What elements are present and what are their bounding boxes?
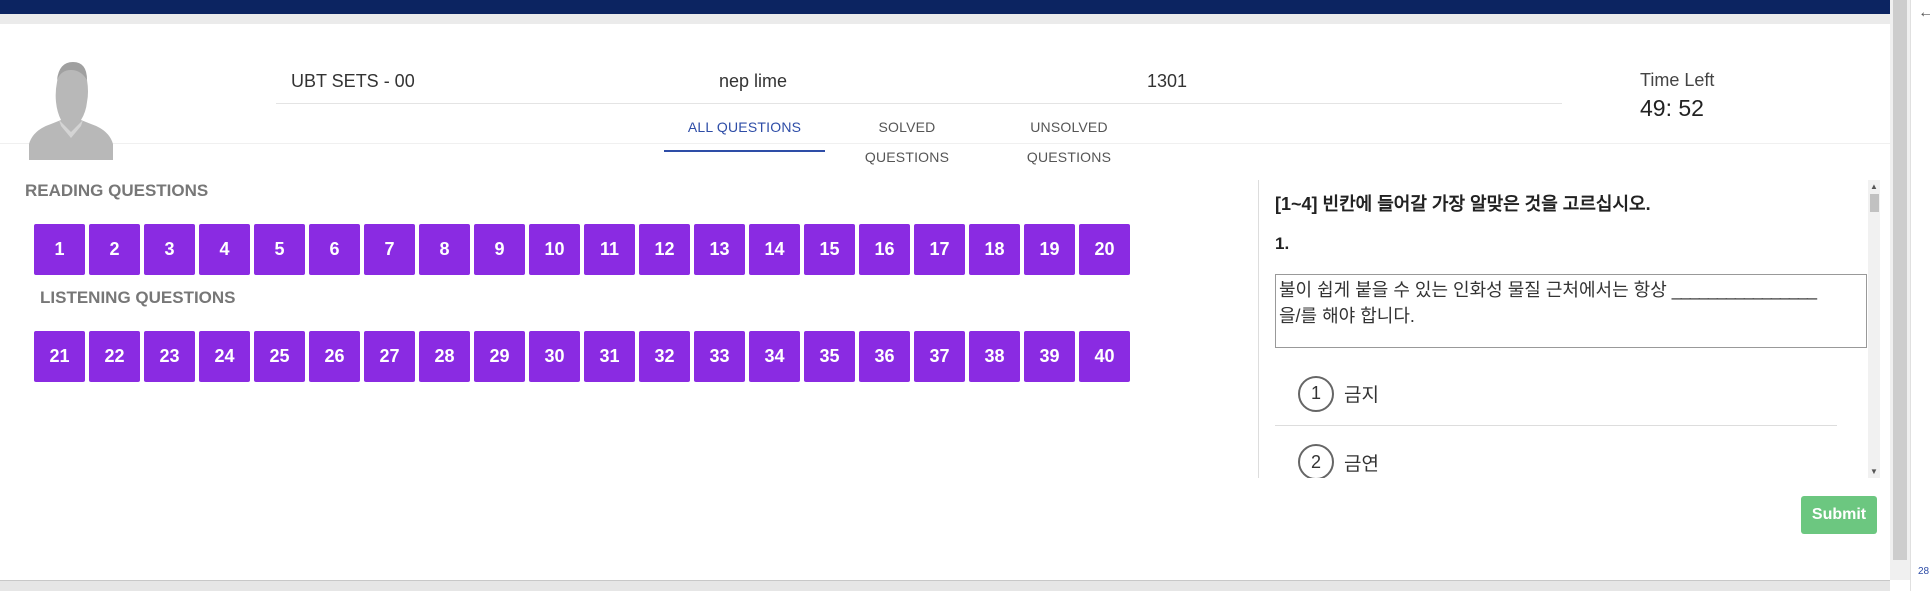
question-number-button[interactable]: 1 bbox=[34, 224, 85, 275]
answer-option-2[interactable]: 2 금연 bbox=[1275, 430, 1837, 478]
question-blank: ________________ bbox=[1671, 280, 1817, 300]
question-number-button[interactable]: 20 bbox=[1079, 224, 1130, 275]
question-number-button[interactable]: 32 bbox=[639, 331, 690, 382]
option-number-circle: 1 bbox=[1298, 375, 1334, 412]
question-number-button[interactable]: 35 bbox=[804, 331, 855, 382]
question-number-button[interactable]: 21 bbox=[34, 331, 85, 382]
window-scrollbar[interactable] bbox=[1890, 0, 1910, 580]
question-text-line1: 불이 쉽게 붙을 수 있는 인화성 물질 근처에서는 항상 bbox=[1279, 280, 1667, 300]
listening-question-grid: 21 22 23 24 25 26 27 28 29 30 31 32 33 34 35 36 37 38 39 40 bbox=[34, 331, 1134, 382]
question-number-button[interactable]: 27 bbox=[364, 331, 415, 382]
question-number-button[interactable]: 25 bbox=[254, 331, 305, 382]
submit-button[interactable]: Submit bbox=[1801, 496, 1877, 534]
question-number-button[interactable]: 12 bbox=[639, 224, 690, 275]
question-number-button[interactable]: 9 bbox=[474, 224, 525, 275]
exam-set-name: UBT SETS - 00 bbox=[291, 71, 415, 91]
question-number-button[interactable]: 3 bbox=[144, 224, 195, 275]
question-number-button[interactable]: 2 bbox=[89, 224, 140, 275]
question-number-button[interactable]: 10 bbox=[529, 224, 580, 275]
exam-meta-row: UBT SETS - 00 nep lime 1301 bbox=[276, 60, 1562, 104]
question-number-button[interactable]: 6 bbox=[309, 224, 360, 275]
scrollbar-thumb[interactable] bbox=[1870, 194, 1879, 212]
tab-unsolved-questions[interactable]: UNSOLVED QUESTIONS bbox=[989, 112, 1149, 165]
timer: Time Left 49: 52 bbox=[1640, 70, 1714, 122]
question-number-button[interactable]: 23 bbox=[144, 331, 195, 382]
question-text-line2: 을/를 해야 합니다. bbox=[1279, 306, 1415, 326]
reading-section-title: READING QUESTIONS bbox=[25, 181, 209, 200]
question-number-button[interactable]: 4 bbox=[199, 224, 250, 275]
question-number-button[interactable]: 26 bbox=[309, 331, 360, 382]
tab-solved-questions[interactable]: SOLVED QUESTIONS bbox=[837, 112, 977, 165]
question-number-button[interactable]: 17 bbox=[914, 224, 965, 275]
question-number-button[interactable]: 34 bbox=[749, 331, 800, 382]
side-page-number: 28 bbox=[1918, 566, 1930, 577]
side-panel-strip bbox=[1910, 0, 1930, 591]
top-gray-strip bbox=[0, 14, 1890, 24]
question-number-button[interactable]: 38 bbox=[969, 331, 1020, 382]
question-number-button[interactable]: 22 bbox=[89, 331, 140, 382]
top-nav-bar bbox=[0, 0, 1890, 14]
question-number-button[interactable]: 11 bbox=[584, 224, 635, 275]
question-number-button[interactable]: 36 bbox=[859, 331, 910, 382]
question-number-button[interactable]: 14 bbox=[749, 224, 800, 275]
reading-question-grid: 1 2 3 4 5 6 7 8 9 10 11 12 13 14 15 16 17 18 19 20 bbox=[34, 224, 1134, 275]
question-number-button[interactable]: 13 bbox=[694, 224, 745, 275]
back-arrow-icon[interactable]: ← bbox=[1918, 4, 1930, 22]
question-number-button[interactable]: 31 bbox=[584, 331, 635, 382]
question-number-button[interactable]: 37 bbox=[914, 331, 965, 382]
scroll-down-arrow-icon[interactable]: ▼ bbox=[1870, 467, 1878, 476]
candidate-name: nep lime bbox=[719, 71, 788, 91]
question-number-button[interactable]: 33 bbox=[694, 331, 745, 382]
timer-value: 49: 52 bbox=[1640, 95, 1704, 121]
exam-header: UBT SETS - 00 nep lime 1301 ALL QUESTION… bbox=[0, 24, 1890, 165]
question-number-button[interactable]: 5 bbox=[254, 224, 305, 275]
question-text-box: 불이 쉽게 붙을 수 있는 인화성 물질 근처에서는 항상 __________… bbox=[1275, 274, 1867, 348]
question-number-button[interactable]: 16 bbox=[859, 224, 910, 275]
question-number-button[interactable]: 39 bbox=[1024, 331, 1075, 382]
bottom-bar bbox=[0, 580, 1890, 591]
option-text: 금연 bbox=[1344, 453, 1379, 475]
tab-all-questions[interactable]: ALL QUESTIONS bbox=[664, 112, 825, 152]
window-scrollbar-thumb[interactable] bbox=[1893, 0, 1907, 560]
question-panel: [1~4] 빈칸에 들어갈 가장 알맞은 것을 고르십시오. 1. 불이 쉽게 … bbox=[1259, 180, 1871, 478]
scroll-up-arrow-icon[interactable]: ▲ bbox=[1870, 182, 1878, 191]
question-number-button[interactable]: 30 bbox=[529, 331, 580, 382]
question-number-button[interactable]: 7 bbox=[364, 224, 415, 275]
option-text: 금지 bbox=[1344, 385, 1379, 406]
question-number: 1. bbox=[1275, 234, 1290, 253]
answer-option-1[interactable]: 1 금지 bbox=[1275, 362, 1837, 426]
user-silhouette-icon bbox=[29, 62, 113, 160]
option-number-circle: 2 bbox=[1298, 444, 1334, 478]
listening-section-title: LISTENING QUESTIONS bbox=[40, 288, 236, 307]
question-number-button[interactable]: 15 bbox=[804, 224, 855, 275]
timer-label: Time Left bbox=[1640, 70, 1715, 90]
question-number-button[interactable]: 18 bbox=[969, 224, 1020, 275]
question-number-button[interactable]: 8 bbox=[419, 224, 470, 275]
question-number-button[interactable]: 29 bbox=[474, 331, 525, 382]
question-panel-scrollbar[interactable]: ▲ ▼ bbox=[1868, 180, 1880, 478]
avatar bbox=[29, 52, 113, 160]
question-number-button[interactable]: 19 bbox=[1024, 224, 1075, 275]
question-number-button[interactable]: 28 bbox=[419, 331, 470, 382]
question-instruction: [1~4] 빈칸에 들어갈 가장 알맞은 것을 고르십시오. bbox=[1275, 194, 1651, 214]
question-number-button[interactable]: 24 bbox=[199, 331, 250, 382]
exam-code: 1301 bbox=[1147, 71, 1188, 91]
question-number-button[interactable]: 40 bbox=[1079, 331, 1130, 382]
